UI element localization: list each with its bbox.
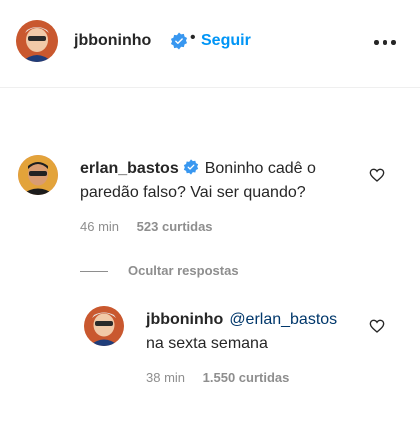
comment-timestamp: 46 min xyxy=(80,219,120,234)
separator-dot: • xyxy=(190,29,196,46)
reply-timestamp: 38 min xyxy=(146,370,186,385)
divider-line xyxy=(80,271,108,273)
comment-username[interactable]: erlan_bastos xyxy=(80,160,179,177)
reply-likes[interactable]: 1.550 curtidas xyxy=(203,370,290,385)
more-options-icon[interactable] xyxy=(374,38,396,46)
commenter-avatar[interactable] xyxy=(18,155,58,195)
reply-body: jbboninho @erlan_bastos na sexta semana xyxy=(146,308,361,356)
comment-body: erlan_bastos Boninho cadê o paredão fals… xyxy=(80,157,360,205)
hide-replies-label: Ocultar respostas xyxy=(128,263,239,278)
reply-avatar[interactable] xyxy=(84,306,124,346)
comment-likes[interactable]: 523 curtidas xyxy=(137,219,213,234)
reply-text: na sexta semana xyxy=(146,335,268,352)
like-heart-icon[interactable] xyxy=(369,318,385,334)
verified-badge-icon xyxy=(170,32,188,50)
reply-meta: 38 min 1.550 curtidas xyxy=(146,370,289,385)
comment-meta: 46 min 523 curtidas xyxy=(80,219,213,234)
post-header: jbboninho • Seguir xyxy=(0,0,420,88)
like-heart-icon[interactable] xyxy=(369,167,385,183)
follow-button[interactable]: Seguir xyxy=(201,32,251,50)
avatar[interactable] xyxy=(16,20,58,62)
hide-replies-button[interactable]: Ocultar respostas xyxy=(80,263,239,278)
post-author-username[interactable]: jbboninho xyxy=(74,32,151,50)
reply-username[interactable]: jbboninho xyxy=(146,311,223,328)
reply-mention-link[interactable]: @erlan_bastos xyxy=(229,311,337,328)
verified-badge-icon xyxy=(183,159,198,175)
